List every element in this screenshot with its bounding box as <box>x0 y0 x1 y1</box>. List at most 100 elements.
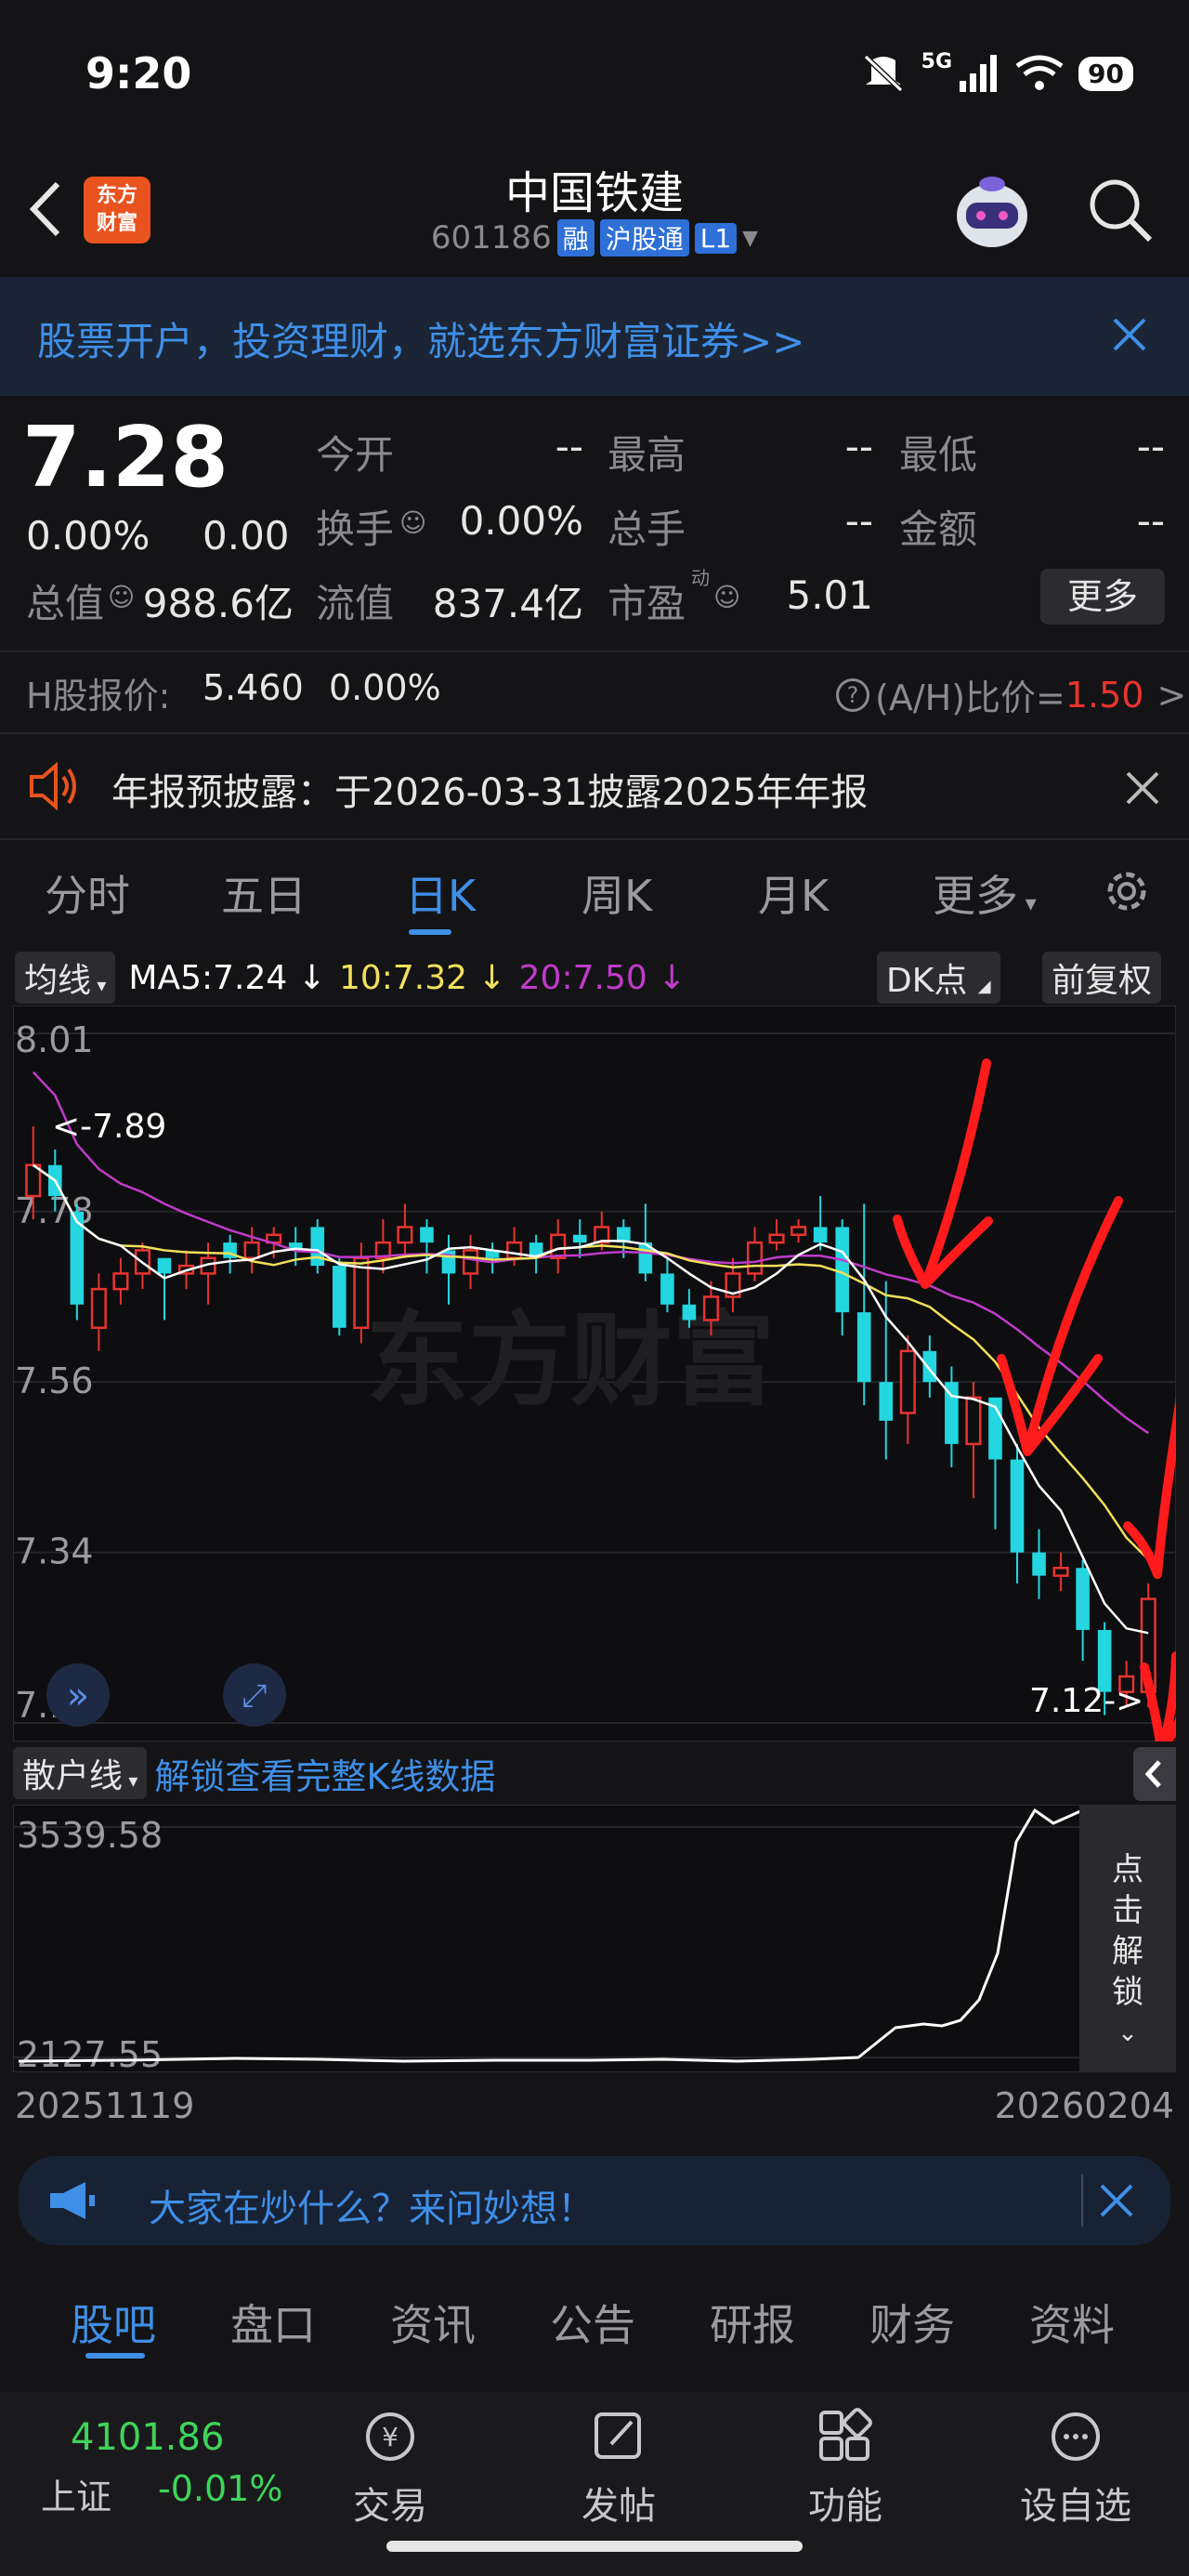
info-icon[interactable]: ☺ <box>108 582 135 612</box>
svg-text:¥: ¥ <box>382 2422 399 2452</box>
tag-level: L1 <box>694 222 738 254</box>
collapse-button[interactable] <box>1133 1747 1176 1801</box>
dk-point-button[interactable]: DK点 ◢ <box>877 952 1000 1004</box>
close-icon[interactable] <box>1102 307 1157 362</box>
current-price: 7.28 <box>22 409 229 506</box>
candle-body <box>682 1304 697 1321</box>
help-icon[interactable]: ? <box>836 677 869 712</box>
tab-monthly-k[interactable]: 月K <box>758 862 829 924</box>
trade-icon[interactable]: ¥ <box>359 2407 422 2466</box>
search-icon[interactable] <box>1083 173 1157 247</box>
nav-trade[interactable]: 交易 <box>325 2476 455 2530</box>
nav-watchlist[interactable]: 设自选 <box>1011 2476 1141 2530</box>
expand-icon: ⤢ <box>242 1677 267 1715</box>
ma5-value: MA5:7.24 ↓ <box>128 959 326 997</box>
stock-code: 601186 <box>430 219 552 256</box>
battery-indicator: 90 <box>1078 56 1133 91</box>
candle-body <box>157 1257 172 1274</box>
high-label: 最高 <box>608 432 686 478</box>
info-icon[interactable]: ☺ <box>399 507 426 538</box>
date-start: 20251119 <box>15 2085 195 2126</box>
pe-value: 5.01 <box>786 572 873 618</box>
gear-icon[interactable] <box>1100 864 1154 918</box>
ma-selector[interactable]: 均线 ▾ <box>15 952 116 1004</box>
high-marker: <-7.89 <box>52 1108 166 1146</box>
tab-research[interactable]: 研报 <box>710 2292 795 2353</box>
candle-body <box>746 1241 764 1275</box>
unlock-kline-link[interactable]: 解锁查看完整K线数据 <box>154 1748 495 1799</box>
tab-five-day[interactable]: 五日 <box>221 862 307 924</box>
candle-body <box>768 1233 785 1244</box>
nav-functions[interactable]: 功能 <box>780 2476 910 2530</box>
arrow-down-icon: ↓ <box>477 958 506 997</box>
index-value[interactable]: 4101.86 <box>71 2416 224 2459</box>
y-tick-label: 3539.58 <box>17 1815 163 1856</box>
close-icon[interactable] <box>1092 2176 1141 2225</box>
home-indicator[interactable] <box>386 2541 803 2552</box>
tab-finance[interactable]: 财务 <box>869 2292 955 2353</box>
pe-label: 市盈 <box>608 581 686 626</box>
more-button[interactable]: 更多 <box>1040 569 1165 624</box>
tab-orderbook[interactable]: 盘口 <box>230 2292 316 2353</box>
divider <box>0 838 1189 840</box>
candle-body <box>790 1226 807 1237</box>
candle-body <box>899 1349 916 1414</box>
pe-superscript: 动 <box>691 567 710 589</box>
chevron-down-icon: ▼ <box>742 226 759 250</box>
arrow-down-icon: ↓ <box>297 958 326 997</box>
tab-forum[interactable]: 股吧 <box>71 2292 156 2353</box>
index-name[interactable]: 上证 <box>41 2468 111 2519</box>
turnover-value: 0.00% <box>459 498 583 544</box>
tab-more[interactable]: 更多 ▾ <box>933 862 1037 924</box>
tab-weekly-k[interactable]: 周K <box>581 862 652 924</box>
index-percent[interactable]: -0.01% <box>158 2468 282 2509</box>
ah-ratio[interactable]: ? (A/H)比价= 1.50 > <box>836 669 1186 720</box>
indicator-row: 散户线 ▾ 解锁查看完整K线数据 <box>13 1747 495 1799</box>
candle-body <box>702 1295 720 1321</box>
ma20-value: 20:7.50 ↓ <box>519 959 686 997</box>
unlock-char: 锁 <box>1112 1974 1143 2011</box>
tab-news[interactable]: 资讯 <box>390 2292 476 2353</box>
status-time: 9:20 <box>85 48 192 99</box>
tab-daily-k[interactable]: 日K <box>405 862 476 924</box>
promo-banner-text[interactable]: 股票开户，投资理财，就选东方财富证券>> <box>37 310 804 367</box>
watchlist-icon[interactable] <box>1044 2407 1107 2466</box>
speaker-icon <box>30 761 76 811</box>
tag-margin: 融 <box>556 219 594 256</box>
tab-announcements[interactable]: 公告 <box>550 2292 635 2353</box>
unlock-char: 点 <box>1112 1851 1143 1888</box>
candle-body <box>420 1227 434 1243</box>
megaphone-icon <box>50 2182 95 2219</box>
apps-icon[interactable] <box>814 2407 877 2466</box>
candle-body <box>1010 1459 1025 1553</box>
wifi-icon <box>1015 55 1064 90</box>
tab-intraday[interactable]: 分时 <box>45 862 130 924</box>
notice-text[interactable]: 年报预披露：于2026-03-31披露2025年年报 <box>111 762 868 816</box>
indicator-chart[interactable]: 3539.58 2127.55 <box>13 1805 1176 2072</box>
ma20-text: 20:7.50 <box>518 958 647 997</box>
double-chevron-icon: » <box>67 1675 89 1717</box>
dk-point-label: DK点 <box>886 962 968 1000</box>
indicator-selector[interactable]: 散户线 ▾ <box>13 1747 148 1799</box>
candle-body <box>1032 1552 1046 1576</box>
hshare-label: H股报价: <box>26 676 171 716</box>
nav-post[interactable]: 发帖 <box>554 2476 684 2530</box>
unlock-side-panel[interactable]: 点 击 解 锁 ⌄ <box>1079 1805 1176 2072</box>
tab-more-label: 更多 <box>933 871 1018 921</box>
candle-body <box>879 1382 894 1421</box>
robot-assistant-icon[interactable] <box>947 167 1037 256</box>
divider <box>0 651 1189 652</box>
candlestick-chart[interactable]: 8.017.787.567.347.12东方财富<-7.897.12->»⤢ <box>13 1005 1176 1741</box>
tab-profile[interactable]: 资料 <box>1029 2292 1115 2353</box>
post-icon[interactable] <box>587 2407 650 2466</box>
ask-text[interactable]: 大家在炒什么？来问妙想！ <box>149 2178 594 2232</box>
adjust-button[interactable]: 前复权 <box>1042 952 1162 1004</box>
info-icon[interactable]: ☺ <box>713 582 740 612</box>
close-icon[interactable] <box>1118 764 1167 812</box>
date-axis: 20251119 20260204 <box>0 2082 1189 2137</box>
candle-body <box>333 1266 346 1328</box>
hshare-pct: 0.00% <box>329 667 441 708</box>
float-label: 流值 <box>316 581 395 626</box>
unlock-char: 击 <box>1112 1892 1143 1929</box>
open-label: 今开 <box>316 432 395 478</box>
